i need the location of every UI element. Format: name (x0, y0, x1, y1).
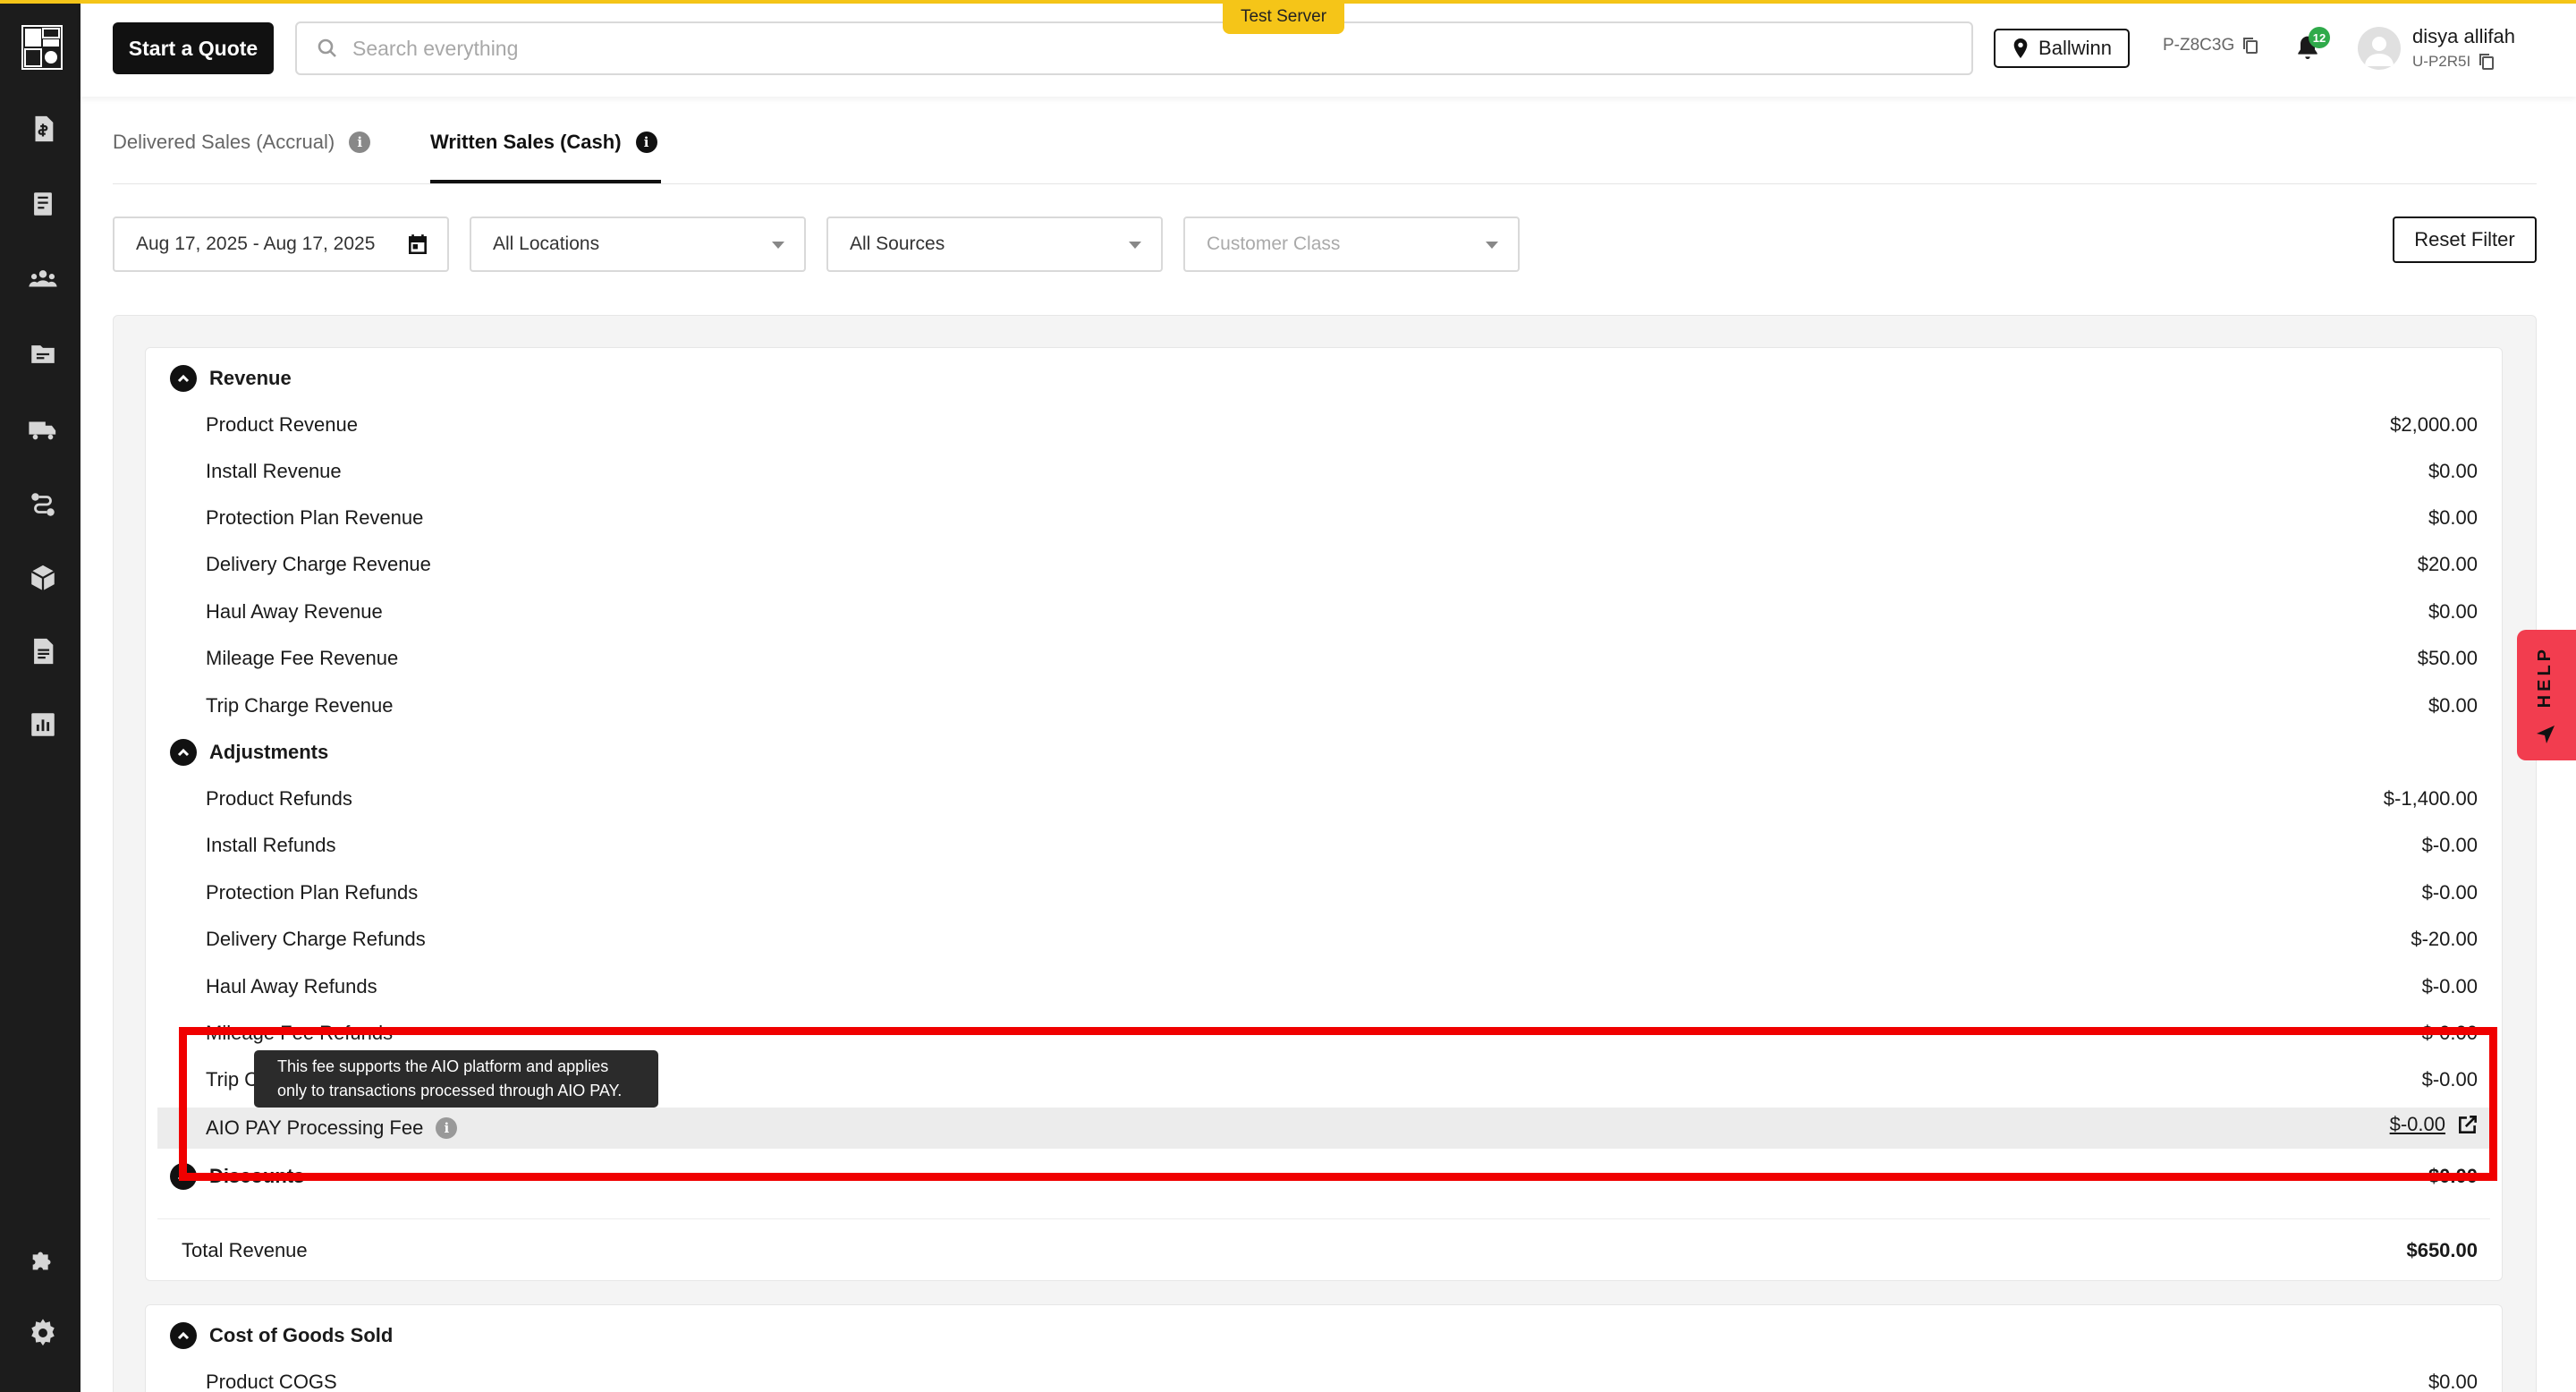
row-label: Product COGS (206, 1371, 337, 1392)
customer-class-dropdown[interactable]: Customer Class (1183, 216, 1520, 272)
location-selector-button[interactable]: Ballwinn (1994, 29, 2130, 68)
locations-dropdown[interactable]: All Locations (470, 216, 806, 272)
sources-value: All Sources (850, 233, 945, 254)
section-title: Adjustments (209, 741, 329, 763)
user-name[interactable]: disya allifah (2412, 25, 2515, 48)
total-revenue-value: $650.00 (2406, 1239, 2478, 1261)
highlight-annotation-box (179, 1027, 2497, 1181)
row-label: Install Revenue (206, 460, 342, 482)
row-value: $-0.00 (2421, 834, 2478, 856)
chevron-up-icon[interactable] (170, 739, 197, 766)
sidebar-delivery-truck-icon[interactable] (25, 412, 61, 447)
chevron-up-icon[interactable] (170, 365, 197, 392)
app-logo[interactable] (21, 25, 63, 70)
map-pin-icon (2013, 38, 2028, 58)
user-id: U-P2R5I (2412, 52, 2496, 72)
row-label: Haul Away Revenue (206, 600, 383, 623)
cogs-section-header[interactable]: Cost of Goods Sold (170, 1322, 393, 1349)
start-quote-button[interactable]: Start a Quote (113, 22, 274, 74)
company-code: P-Z8C3G (2163, 36, 2259, 55)
chevron-down-icon (1129, 242, 1141, 249)
date-range-value: Aug 17, 2025 - Aug 17, 2025 (136, 233, 376, 254)
row-value: $0.00 (2428, 694, 2478, 717)
row-label: Protection Plan Revenue (206, 506, 424, 529)
date-range-picker[interactable]: Aug 17, 2025 - Aug 17, 2025 (113, 216, 449, 272)
help-label: HELP (2535, 646, 2555, 709)
row-label: Delivery Charge Refunds (206, 928, 426, 950)
row-label: Delivery Charge Revenue (206, 553, 431, 575)
row-label: Haul Away Refunds (206, 975, 377, 997)
row-label: Product Revenue (206, 413, 358, 436)
tab-label: Delivered Sales (Accrual) (113, 131, 335, 153)
sidebar-orders-icon[interactable] (25, 186, 61, 222)
info-icon[interactable]: i (349, 132, 371, 153)
chevron-down-icon (772, 242, 784, 249)
sidebar-documents-icon[interactable] (25, 633, 61, 669)
row-label: Protection Plan Refunds (206, 881, 419, 904)
sidebar-routes-icon[interactable] (25, 487, 61, 522)
sidebar-folder-icon[interactable] (25, 336, 61, 372)
sidebar-reports-chart-icon[interactable] (25, 707, 61, 743)
row-value: $20.00 (2417, 553, 2478, 575)
adjustments-section-header[interactable]: Adjustments (170, 739, 328, 766)
revenue-section-header[interactable]: Revenue (170, 365, 292, 392)
sources-dropdown[interactable]: All Sources (826, 216, 1163, 272)
sidebar-sales-icon[interactable] (25, 111, 61, 147)
sidebar-inventory-box-icon[interactable] (25, 560, 61, 596)
notification-count-badge: 12 (2309, 27, 2330, 48)
sidebar-settings-gear-icon[interactable] (25, 1315, 61, 1351)
row-value: $-1,400.00 (2383, 787, 2478, 810)
calendar-icon (409, 234, 427, 255)
tab-label: Written Sales (Cash) (430, 131, 622, 153)
section-title: Cost of Goods Sold (209, 1324, 394, 1346)
row-label: Mileage Fee Revenue (206, 647, 399, 669)
copy-icon[interactable] (2241, 36, 2259, 55)
chevron-down-icon (1486, 242, 1498, 249)
tab-written-sales[interactable]: Written Sales (Cash) i (430, 131, 657, 154)
search-input[interactable] (352, 36, 1873, 61)
chevron-up-icon[interactable] (170, 1322, 197, 1349)
help-tab-button[interactable]: HELP (2517, 630, 2576, 760)
sidebar-integrations-puzzle-icon[interactable] (25, 1242, 61, 1277)
tabs-divider (113, 183, 2537, 184)
row-value: $50.00 (2417, 647, 2478, 669)
location-label: Ballwinn (2038, 37, 2112, 59)
row-label: Install Refunds (206, 834, 336, 856)
total-divider (157, 1218, 2490, 1219)
row-label: Trip Charge Revenue (206, 694, 394, 717)
customer-class-placeholder: Customer Class (1207, 233, 1341, 254)
user-id-text: U-P2R5I (2412, 53, 2471, 70)
row-label: Product Refunds (206, 787, 352, 810)
tab-delivered-sales[interactable]: Delivered Sales (Accrual) i (113, 131, 371, 154)
row-value: $0.00 (2428, 460, 2478, 482)
app-root: Start a Quote Test Server Ballwinn P-Z8C… (0, 0, 2576, 1392)
info-icon[interactable]: i (635, 132, 657, 153)
row-value: $-0.00 (2421, 975, 2478, 997)
row-value: $-20.00 (2411, 928, 2478, 950)
cogs-card (145, 1304, 2503, 1392)
row-value: $-0.00 (2421, 881, 2478, 904)
sidebar-customers-icon[interactable] (25, 261, 61, 297)
search-icon (318, 38, 336, 57)
company-code-text: P-Z8C3G (2163, 36, 2235, 55)
reset-filter-button[interactable]: Reset Filter (2393, 216, 2537, 263)
total-revenue-label: Total Revenue (182, 1239, 308, 1261)
row-value: $2,000.00 (2390, 413, 2478, 436)
copy-icon[interactable] (2478, 52, 2496, 72)
row-value: $0.00 (2428, 600, 2478, 623)
row-value: $0.00 (2428, 506, 2478, 529)
sidebar (0, 0, 80, 1392)
search-bar[interactable] (295, 21, 1973, 75)
row-value: $0.00 (2428, 1371, 2478, 1392)
user-avatar[interactable] (2358, 27, 2401, 70)
test-server-badge: Test Server (1223, 0, 1344, 34)
locations-value: All Locations (493, 233, 600, 254)
section-title: Revenue (209, 367, 292, 389)
arrow-icon (2537, 726, 2555, 743)
